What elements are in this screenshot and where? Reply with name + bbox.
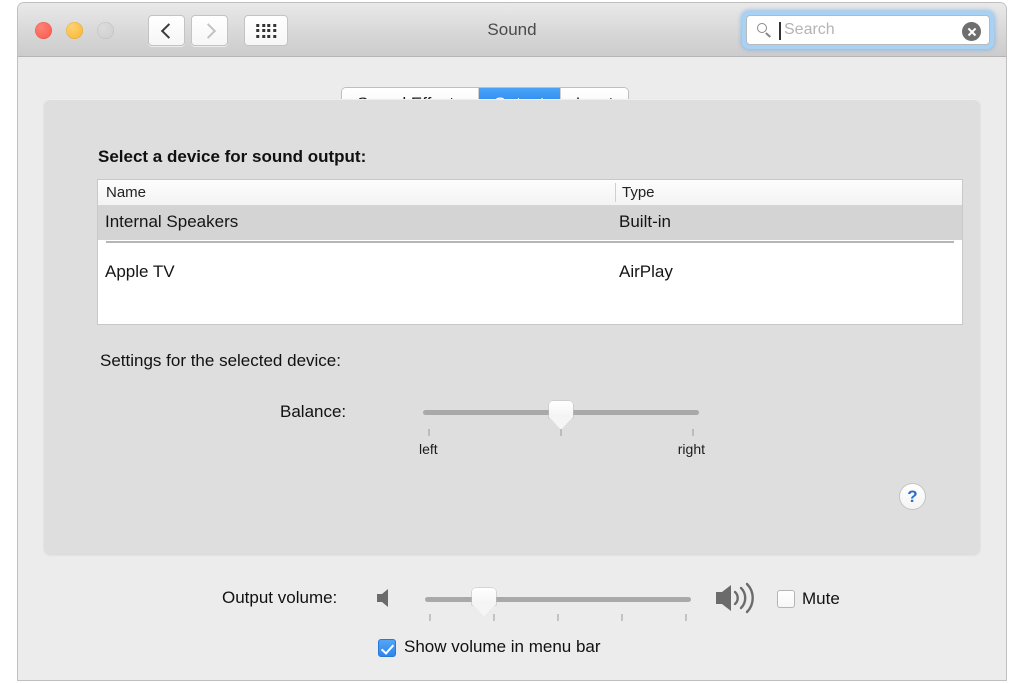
device-type: Built-in xyxy=(619,212,671,232)
speaker-icon xyxy=(375,587,399,609)
balance-slider-thumb[interactable] xyxy=(549,401,573,431)
balance-tick-left xyxy=(428,429,429,436)
device-name: Apple TV xyxy=(105,262,175,282)
device-list-table[interactable]: Name Type Internal Speakers Built-in App… xyxy=(97,179,963,325)
table-row[interactable]: Internal Speakers Built-in xyxy=(98,206,962,240)
search-placeholder: Search xyxy=(784,21,835,39)
show-volume-checkbox[interactable] xyxy=(378,639,396,657)
sound-preferences-window: Sound Search Sound Effects Output Input … xyxy=(18,3,1006,680)
search-icon xyxy=(757,23,772,38)
search-input[interactable]: Search xyxy=(746,15,990,45)
column-header-name[interactable]: Name xyxy=(106,184,146,201)
device-type: AirPlay xyxy=(619,262,673,282)
volume-slider-thumb[interactable] xyxy=(472,588,496,618)
volume-tick-1 xyxy=(430,614,431,621)
select-device-heading: Select a device for sound output: xyxy=(98,147,366,167)
table-header-row: Name Type xyxy=(98,180,962,206)
balance-label: Balance: xyxy=(280,402,346,422)
column-divider[interactable] xyxy=(615,183,616,202)
balance-slider[interactable]: left right xyxy=(423,401,699,451)
volume-tick-3 xyxy=(558,614,559,621)
row-separator xyxy=(106,241,954,243)
volume-tick-5 xyxy=(685,614,686,621)
output-settings-panel: Select a device for sound output: Name T… xyxy=(44,99,980,554)
show-volume-label[interactable]: Show volume in menu bar xyxy=(404,637,601,657)
help-button[interactable]: ? xyxy=(899,483,926,510)
volume-tick-4 xyxy=(621,614,622,621)
checkmark-icon xyxy=(381,641,394,655)
balance-tick-right xyxy=(693,429,694,436)
search-field-focus-ring: Search xyxy=(742,11,994,49)
column-header-type[interactable]: Type xyxy=(622,184,655,201)
window-titlebar: Sound Search xyxy=(18,3,1006,57)
settings-heading: Settings for the selected device: xyxy=(100,351,341,371)
mute-label[interactable]: Mute xyxy=(802,589,840,609)
balance-left-label: left xyxy=(419,441,438,457)
mute-checkbox[interactable] xyxy=(777,590,795,608)
text-caret xyxy=(779,22,781,40)
output-volume-slider[interactable] xyxy=(425,591,691,617)
output-volume-label: Output volume: xyxy=(222,588,337,608)
device-name: Internal Speakers xyxy=(105,212,238,232)
volume-tick-2 xyxy=(494,614,495,621)
volume-slider-track[interactable] xyxy=(425,597,691,602)
speaker-waves-icon xyxy=(714,581,762,615)
balance-right-label: right xyxy=(678,441,705,457)
balance-tick-center xyxy=(561,429,562,436)
table-row[interactable]: Apple TV AirPlay xyxy=(98,256,962,290)
clear-icon[interactable] xyxy=(962,22,981,41)
